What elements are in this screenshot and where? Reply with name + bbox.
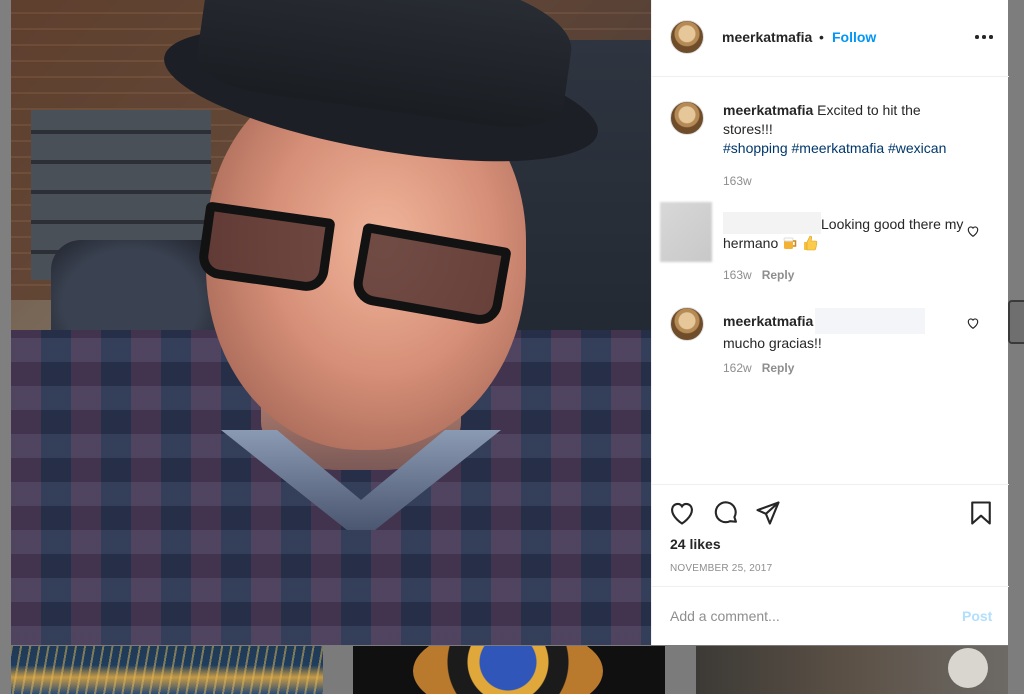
hashtag-link[interactable]: #shopping — [723, 140, 788, 156]
post-photo[interactable] — [11, 0, 651, 645]
post-actions: 24 likes NOVEMBER 25, 2017 — [652, 484, 1009, 587]
post-side-panel: meerkatmafia • Follow meerkatmafia Excit… — [651, 0, 1009, 646]
caption-timestamp[interactable]: 163w — [723, 174, 752, 188]
likes-count[interactable]: 24 likes — [670, 536, 721, 552]
share-icon[interactable] — [754, 499, 782, 527]
thumbs-up-emoji — [804, 235, 818, 251]
author-username[interactable]: meerkatmafia — [722, 29, 812, 45]
comment-text-block: Looking good there my hermano — [723, 212, 973, 253]
comment-avatar[interactable] — [670, 307, 704, 341]
comment-composer: Post — [652, 586, 1009, 646]
grid-thumbnail[interactable] — [353, 646, 665, 694]
post-header: meerkatmafia • Follow — [652, 0, 1009, 77]
header-separator: • — [819, 29, 824, 45]
backdrop-right-strip — [1008, 0, 1024, 694]
author-avatar[interactable] — [670, 20, 704, 54]
reply-button[interactable]: Reply — [762, 361, 795, 375]
blurred-username — [723, 212, 821, 234]
add-comment-input[interactable] — [670, 605, 940, 627]
caption-avatar[interactable] — [670, 101, 704, 135]
heart-icon[interactable] — [668, 499, 696, 527]
next-post-arrow[interactable] — [1008, 300, 1024, 344]
post-comment-button[interactable]: Post — [962, 608, 992, 624]
comment-like-icon[interactable] — [966, 316, 980, 330]
follow-button[interactable]: Follow — [832, 29, 876, 45]
comment-like-icon[interactable] — [966, 224, 980, 238]
comment-meta: 163w Reply — [723, 268, 794, 282]
comment-meta: 162w Reply — [723, 361, 794, 375]
comment-text-block: meerkatmafia mucho gracias!! — [723, 308, 973, 353]
reply-button[interactable]: Reply — [762, 268, 795, 282]
comment-timestamp[interactable]: 162w — [723, 361, 752, 375]
grid-thumbnail[interactable] — [11, 646, 323, 694]
comment-username[interactable]: meerkatmafia — [723, 313, 813, 329]
comment-icon[interactable] — [712, 499, 740, 527]
beer-mug-emoji — [783, 237, 797, 249]
more-options-icon[interactable] — [972, 24, 996, 48]
backdrop-left-strip — [0, 0, 11, 694]
blurred-mention — [815, 308, 926, 334]
caption-username[interactable]: meerkatmafia — [723, 102, 813, 118]
post-date[interactable]: NOVEMBER 25, 2017 — [670, 563, 772, 574]
bookmark-icon[interactable] — [967, 499, 995, 527]
caption-text-block: meerkatmafia Excited to hit the stores!!… — [723, 101, 973, 158]
blurred-avatar — [660, 202, 712, 262]
comment-text: mucho gracias!! — [723, 335, 822, 351]
hashtag-link[interactable]: #meerkatmafia — [792, 140, 885, 156]
hashtag-link[interactable]: #wexican — [888, 140, 946, 156]
comment-timestamp[interactable]: 163w — [723, 268, 752, 282]
grid-thumbnail[interactable] — [696, 646, 1008, 694]
